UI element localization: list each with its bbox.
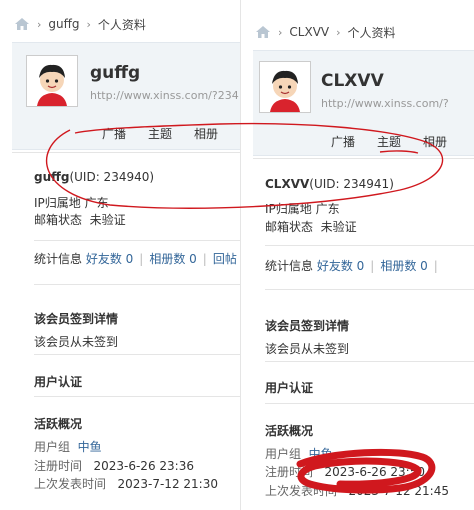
- stat-replies[interactable]: 回帖: [213, 252, 237, 266]
- email-label: 邮箱状态: [265, 220, 314, 234]
- group-label: 用户组: [34, 440, 71, 454]
- divider: [265, 289, 474, 290]
- home-icon[interactable]: [255, 25, 271, 39]
- checkin-title: 该会员签到详情: [34, 312, 119, 326]
- profile-url[interactable]: http://www.xinss.com/?234: [90, 89, 239, 102]
- group-label: 用户组: [265, 447, 302, 461]
- group-value[interactable]: 中鱼: [78, 440, 102, 454]
- tab-broadcast[interactable]: 广播: [102, 125, 126, 142]
- profile-tabs: 广播 主题 相册: [102, 125, 218, 142]
- uid-value: (UID: 234941): [309, 177, 394, 191]
- stat-friends[interactable]: 好友数 0: [86, 252, 133, 266]
- profile-header: CLXVV http://www.xinss.com/? 广播 主题 相册: [253, 50, 474, 156]
- uid-line: guffg(UID: 234940): [34, 170, 154, 184]
- ip-row: IP归属地 广东: [34, 194, 109, 211]
- tab-topics[interactable]: 主题: [377, 133, 401, 150]
- stats-row: 统计信息 好友数 0 | 相册数 0 | 回帖: [34, 252, 237, 266]
- profile-header: guffg http://www.xinss.com/?234 广播 主题 相册: [12, 42, 240, 150]
- post-value: 2023-7-12 21:45: [348, 484, 449, 498]
- email-label: 邮箱状态: [34, 213, 83, 227]
- stat-albums[interactable]: 相册数 0: [149, 252, 196, 266]
- stat-friends[interactable]: 好友数 0: [317, 259, 364, 273]
- reg-label: 注册时间: [265, 465, 314, 479]
- divider: [34, 354, 240, 355]
- ip-row: IP归属地 广东: [265, 200, 340, 217]
- stat-albums[interactable]: 相册数 0: [380, 259, 427, 273]
- profile-body: guffg(UID: 234940) IP归属地 广东 邮箱状态 未验证 统计信…: [12, 152, 240, 500]
- divider: [265, 361, 474, 362]
- divider: [34, 240, 240, 241]
- uid-line: CLXVV(UID: 234941): [265, 177, 394, 191]
- avatar[interactable]: [26, 55, 78, 107]
- post-label: 上次发表时间: [265, 484, 338, 498]
- ip-value: 广东: [84, 196, 109, 210]
- breadcrumb-page: 个人资料: [97, 17, 146, 32]
- ip-label: IP归属地: [34, 196, 81, 210]
- group-value[interactable]: 中鱼: [309, 447, 333, 461]
- profile-name: CLXVV: [321, 71, 384, 91]
- home-icon[interactable]: [14, 17, 30, 31]
- ip-label: IP归属地: [265, 202, 312, 216]
- divider: [34, 396, 240, 397]
- breadcrumb-user[interactable]: guffg: [48, 17, 79, 31]
- stats-row: 统计信息 好友数 0 | 相册数 0 |: [265, 259, 438, 273]
- post-row: 上次发表时间 2023-7-12 21:30: [34, 475, 218, 492]
- post-label: 上次发表时间: [34, 477, 107, 491]
- breadcrumb: › CLXVV › 个人资料: [241, 12, 474, 52]
- post-value: 2023-7-12 21:30: [117, 477, 218, 491]
- ip-value: 广东: [315, 202, 340, 216]
- tab-albums[interactable]: 相册: [194, 125, 218, 142]
- breadcrumb-page: 个人资料: [347, 25, 396, 40]
- tab-albums[interactable]: 相册: [423, 133, 447, 150]
- profile-panel-right: › CLXVV › 个人资料 CLXVV http://www.xinss.co…: [240, 0, 474, 510]
- profile-panel-left: › guffg › 个人资料 guffg http://www.xinss.co…: [0, 0, 240, 500]
- checkin-text: 该会员从未签到: [34, 335, 119, 349]
- reg-row: 注册时间 2023-6-26 23:36: [34, 457, 194, 474]
- email-row: 邮箱状态 未验证: [265, 218, 357, 235]
- profile-tabs: 广播 主题 相册: [331, 133, 447, 150]
- checkin-text: 该会员从未签到: [265, 342, 350, 356]
- activity-title: 活跃概况: [265, 424, 314, 438]
- group-row: 用户组 中鱼: [34, 438, 102, 455]
- reg-value: 2023-6-26 23:36: [93, 459, 194, 473]
- divider: [34, 284, 240, 285]
- checkin-title: 该会员签到详情: [265, 319, 350, 333]
- breadcrumb: › guffg › 个人资料: [0, 4, 240, 44]
- profile-name: guffg: [90, 63, 141, 83]
- uid-name: CLXVV: [265, 177, 310, 191]
- profile-body: CLXVV(UID: 234941) IP归属地 广东 邮箱状态 未验证 统计信…: [253, 158, 474, 510]
- breadcrumb-user[interactable]: CLXVV: [289, 25, 329, 39]
- reg-row: 注册时间 2023-6-26 23:50: [265, 463, 425, 480]
- reg-value: 2023-6-26 23:50: [324, 465, 425, 479]
- email-row: 邮箱状态 未验证: [34, 211, 126, 228]
- stats-label: 统计信息: [265, 259, 314, 273]
- uid-name: guffg: [34, 170, 70, 184]
- email-value: 未验证: [89, 213, 126, 227]
- divider: [265, 403, 474, 404]
- uid-value: (UID: 234940): [69, 170, 155, 184]
- verify-title: 用户认证: [265, 381, 314, 395]
- divider: [265, 245, 474, 246]
- stats-label: 统计信息: [34, 252, 83, 266]
- chevron-right-icon: ›: [278, 25, 283, 39]
- chevron-right-icon: ›: [86, 17, 91, 31]
- profile-url[interactable]: http://www.xinss.com/?: [321, 97, 449, 110]
- email-value: 未验证: [320, 220, 357, 234]
- chevron-right-icon: ›: [37, 17, 42, 31]
- post-row: 上次发表时间 2023-7-12 21:45: [265, 482, 449, 499]
- tab-topics[interactable]: 主题: [148, 125, 172, 142]
- activity-title: 活跃概况: [34, 417, 83, 431]
- reg-label: 注册时间: [34, 459, 83, 473]
- group-row: 用户组 中鱼: [265, 445, 333, 462]
- tab-broadcast[interactable]: 广播: [331, 133, 355, 150]
- verify-title: 用户认证: [34, 375, 83, 389]
- avatar[interactable]: [259, 61, 311, 113]
- chevron-right-icon: ›: [336, 25, 341, 39]
